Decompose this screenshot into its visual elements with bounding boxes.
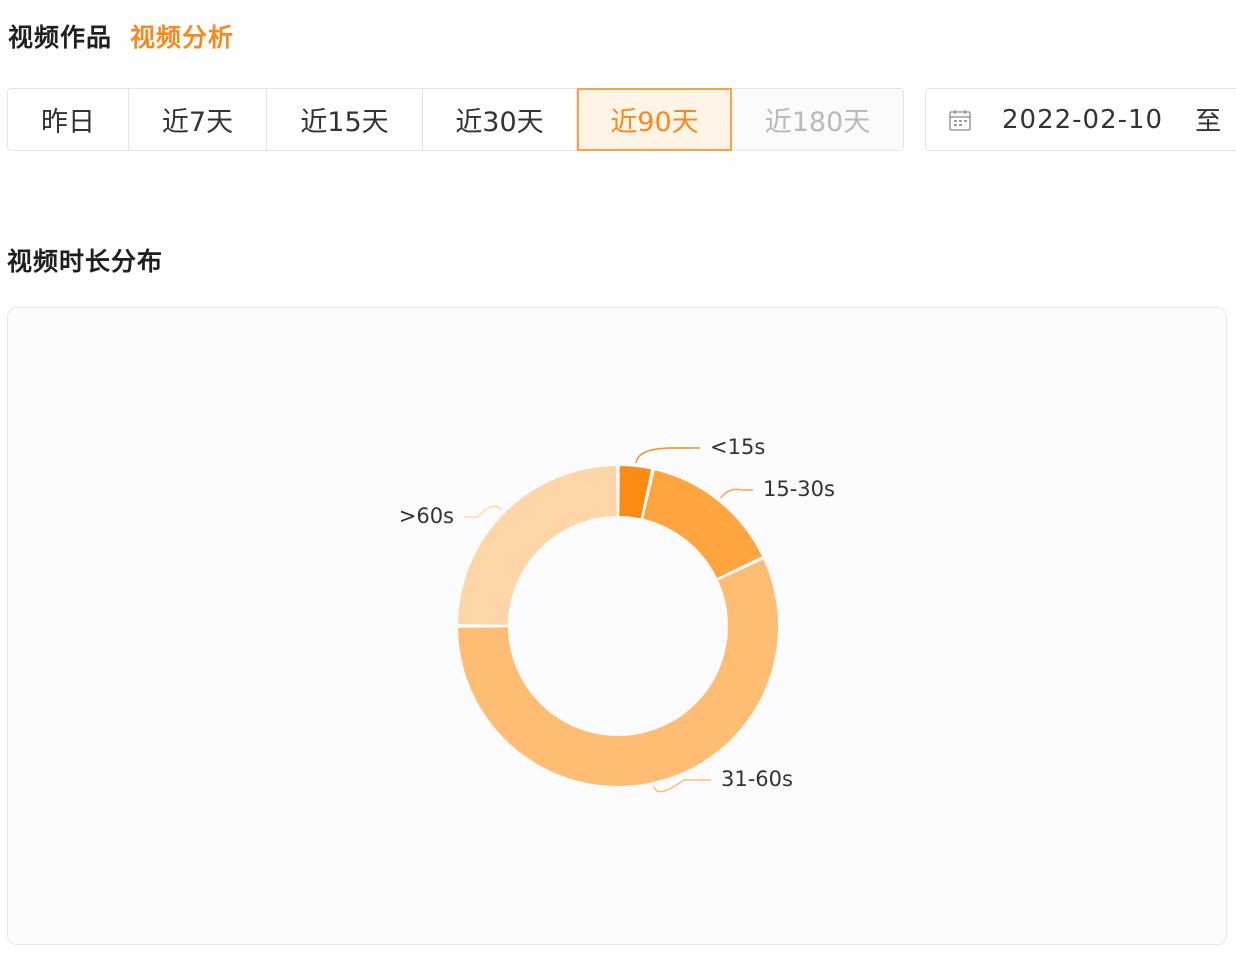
- range-button-7-days[interactable]: 近7天: [129, 89, 267, 150]
- range-button-15-days[interactable]: 近15天: [267, 89, 423, 150]
- tab-video-analysis[interactable]: 视频分析: [130, 18, 234, 54]
- slice-label-3: >60s: [399, 504, 454, 528]
- section-title: 视频时长分布: [7, 247, 164, 276]
- range-button-yesterday[interactable]: 昨日: [8, 89, 129, 150]
- donut-slice-1[interactable]: [643, 470, 762, 579]
- page-tabs: 视频作品 视频分析: [8, 18, 234, 54]
- label-leader-line-2: [653, 779, 711, 793]
- label-leader-line-1: [719, 488, 753, 499]
- range-button-180-days: 近180天: [732, 89, 903, 150]
- duration-donut-chart: <15s 15-30s 31-60s >60s: [399, 435, 835, 793]
- start-date[interactable]: 2022-02-10: [1002, 105, 1163, 135]
- date-range-picker[interactable]: 2022-02-10 至: [925, 88, 1236, 151]
- date-range-selector: 昨日 近7天 近15天 近30天 近90天 近180天: [7, 88, 904, 151]
- tab-video-works[interactable]: 视频作品: [8, 18, 112, 54]
- date-separator: 至: [1195, 107, 1222, 137]
- slice-label-1: 15-30s: [763, 477, 835, 501]
- donut-slice-3[interactable]: [458, 466, 617, 625]
- label-leader-line-0: [635, 447, 700, 464]
- duration-chart-card: <15s 15-30s 31-60s >60s: [7, 307, 1227, 945]
- slice-label-0: <15s: [710, 435, 765, 459]
- range-button-30-days[interactable]: 近30天: [423, 89, 577, 150]
- range-button-90-days[interactable]: 近90天: [577, 88, 732, 151]
- calendar-icon: [949, 109, 971, 131]
- label-leader-line-3: [464, 505, 503, 518]
- slice-label-2: 31-60s: [721, 767, 793, 791]
